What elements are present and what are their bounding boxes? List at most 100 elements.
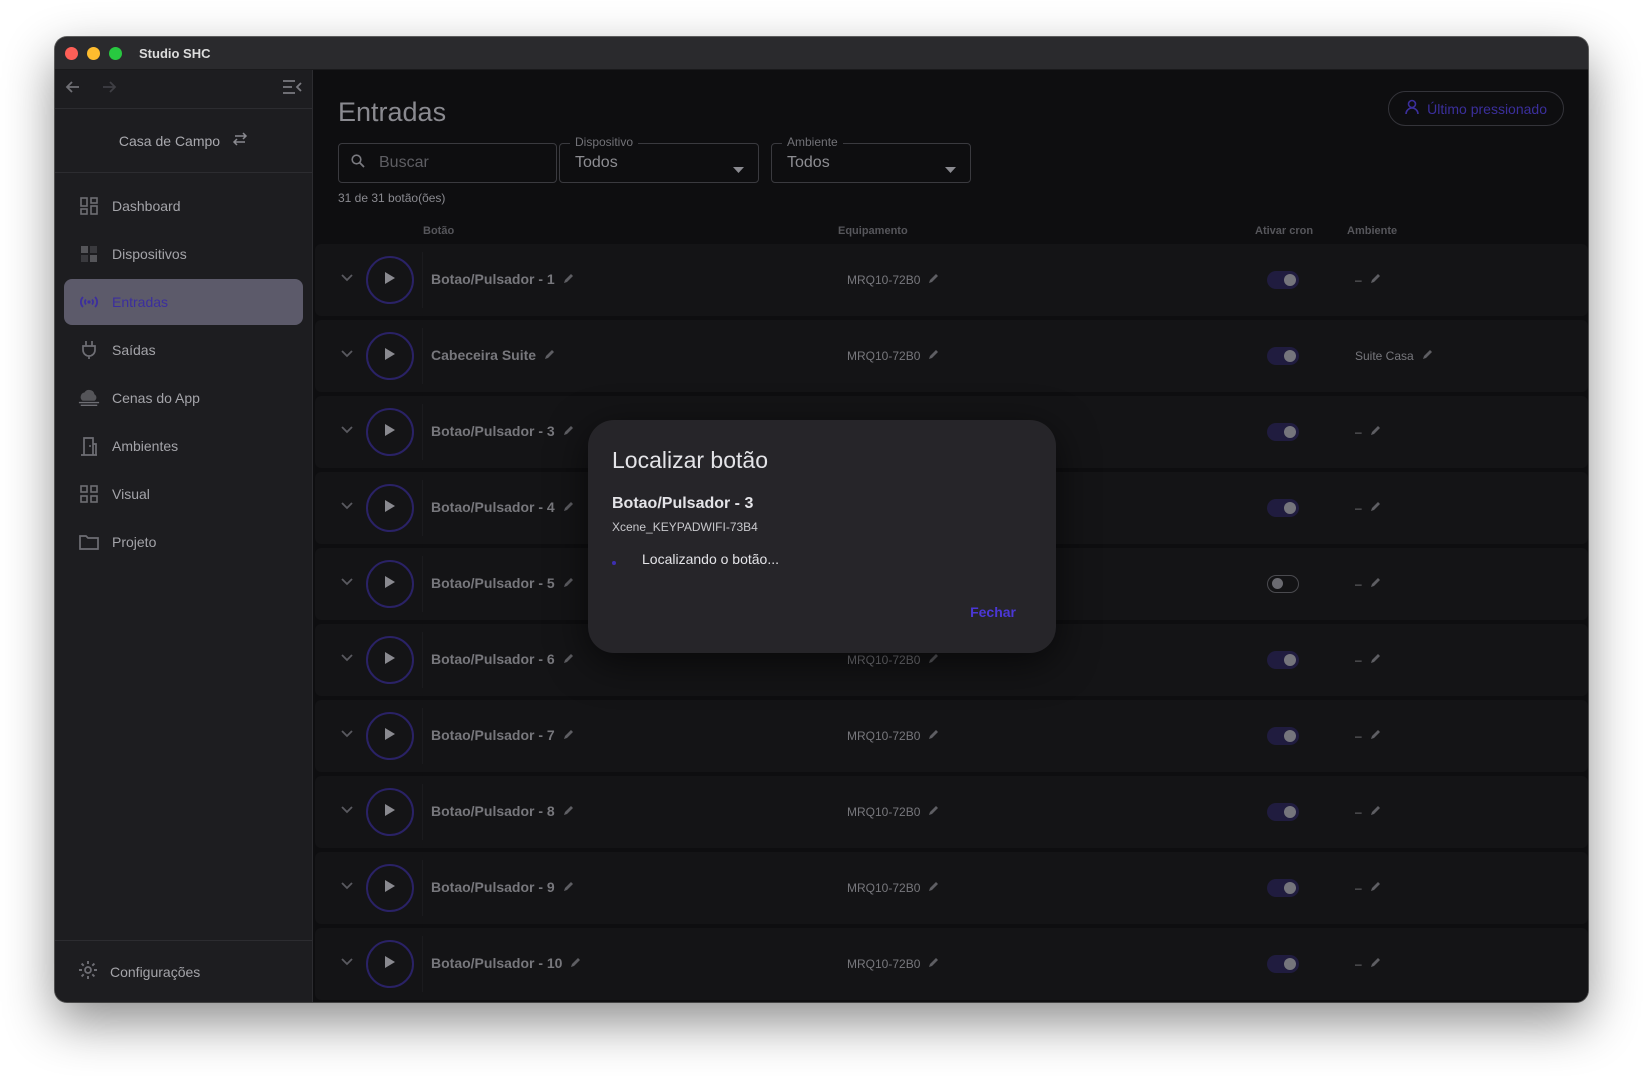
sidebar-item-saidas[interactable]: Saídas xyxy=(64,327,303,373)
table-row[interactable]: Botao/Pulsador - 8 MRQ10-72B0 – xyxy=(315,776,1588,848)
project-switcher[interactable]: Casa de Campo xyxy=(55,109,312,173)
expand-chevron-icon[interactable] xyxy=(341,877,353,895)
toggle-knob xyxy=(1284,350,1296,362)
close-dialog-button[interactable]: Fechar xyxy=(970,604,1016,620)
edit-pencil-icon[interactable] xyxy=(544,347,555,363)
play-button[interactable] xyxy=(366,484,414,532)
edit-pencil-icon[interactable] xyxy=(928,349,939,363)
expand-chevron-icon[interactable] xyxy=(341,573,353,591)
toggle-knob xyxy=(1284,426,1296,438)
cron-toggle[interactable] xyxy=(1267,803,1299,821)
edit-pencil-icon[interactable] xyxy=(563,423,574,439)
expand-chevron-icon[interactable] xyxy=(341,269,353,287)
expand-chevron-icon[interactable] xyxy=(341,345,353,363)
sidebar-item-entradas[interactable]: Entradas xyxy=(64,279,303,325)
forward-arrow-icon[interactable] xyxy=(101,79,137,100)
expand-chevron-icon[interactable] xyxy=(341,497,353,515)
close-window-button[interactable] xyxy=(65,46,78,60)
edit-pencil-icon[interactable] xyxy=(563,271,574,287)
sidebar-item-ambientes[interactable]: Ambientes xyxy=(64,423,303,469)
play-button[interactable] xyxy=(366,788,414,836)
cron-toggle[interactable] xyxy=(1267,347,1299,365)
table-row[interactable]: Cabeceira Suite MRQ10-72B0 Suite Casa xyxy=(315,320,1588,392)
edit-pencil-icon[interactable] xyxy=(928,729,939,743)
equipment-cell: MRQ10-72B0 xyxy=(847,881,939,895)
row-divider xyxy=(422,556,423,612)
table-row[interactable]: Botao/Pulsador - 10 MRQ10-72B0 – xyxy=(315,928,1588,1000)
table-row[interactable]: Botao/Pulsador - 1 MRQ10-72B0 – xyxy=(315,244,1588,316)
button-name: Botao/Pulsador - 1 xyxy=(431,271,574,287)
button-name: Botao/Pulsador - 7 xyxy=(431,727,574,743)
grid-icon xyxy=(78,483,100,505)
button-name-text: Botao/Pulsador - 7 xyxy=(431,727,555,743)
last-pressed-label: Último pressionado xyxy=(1427,100,1547,117)
sidebar-item-visual[interactable]: Visual xyxy=(64,471,303,517)
edit-pencil-icon[interactable] xyxy=(1370,577,1381,591)
minimize-window-button[interactable] xyxy=(87,46,100,60)
play-button[interactable] xyxy=(366,332,414,380)
cron-toggle[interactable] xyxy=(1267,575,1299,593)
sidebar-item-dashboard[interactable]: Dashboard xyxy=(64,183,303,229)
edit-pencil-icon[interactable] xyxy=(570,955,581,971)
edit-pencil-icon[interactable] xyxy=(928,653,939,667)
collapse-sidebar-icon[interactable] xyxy=(282,78,302,101)
edit-pencil-icon[interactable] xyxy=(563,651,574,667)
edit-pencil-icon[interactable] xyxy=(1370,805,1381,819)
edit-pencil-icon[interactable] xyxy=(1370,273,1381,287)
play-button[interactable] xyxy=(366,712,414,760)
edit-pencil-icon[interactable] xyxy=(1422,349,1433,363)
edit-pencil-icon[interactable] xyxy=(563,803,574,819)
environment-cell: – xyxy=(1355,577,1381,591)
cron-toggle[interactable] xyxy=(1267,423,1299,441)
edit-pencil-icon[interactable] xyxy=(928,805,939,819)
edit-pencil-icon[interactable] xyxy=(1370,425,1381,439)
back-arrow-icon[interactable] xyxy=(65,79,101,100)
play-button[interactable] xyxy=(366,940,414,988)
search-input[interactable]: Buscar xyxy=(338,143,557,183)
edit-pencil-icon[interactable] xyxy=(928,881,939,895)
table-row[interactable]: Botao/Pulsador - 7 MRQ10-72B0 – xyxy=(315,700,1588,772)
devices-icon xyxy=(78,243,100,265)
settings-item[interactable]: Configurações xyxy=(55,940,312,1002)
edit-pencil-icon[interactable] xyxy=(928,957,939,971)
device-select[interactable]: Dispositivo Todos xyxy=(559,135,759,183)
expand-chevron-icon[interactable] xyxy=(341,953,353,971)
dialog-button-name: Botao/Pulsador - 3 xyxy=(612,495,754,512)
play-button[interactable] xyxy=(366,560,414,608)
cron-toggle[interactable] xyxy=(1267,879,1299,897)
edit-pencil-icon[interactable] xyxy=(563,727,574,743)
maximize-window-button[interactable] xyxy=(109,46,122,60)
cron-toggle[interactable] xyxy=(1267,499,1299,517)
environment-select[interactable]: Ambiente Todos xyxy=(771,135,971,183)
expand-chevron-icon[interactable] xyxy=(341,801,353,819)
expand-chevron-icon[interactable] xyxy=(341,421,353,439)
edit-pencil-icon[interactable] xyxy=(563,879,574,895)
edit-pencil-icon[interactable] xyxy=(928,273,939,287)
expand-chevron-icon[interactable] xyxy=(341,649,353,667)
cron-toggle[interactable] xyxy=(1267,955,1299,973)
edit-pencil-icon[interactable] xyxy=(1370,729,1381,743)
edit-pencil-icon[interactable] xyxy=(1370,653,1381,667)
last-pressed-button[interactable]: Último pressionado xyxy=(1388,91,1564,126)
sidebar-item-devices[interactable]: Dispositivos xyxy=(64,231,303,277)
cron-toggle[interactable] xyxy=(1267,271,1299,289)
environment-select-value: Todos xyxy=(787,154,830,171)
play-button[interactable] xyxy=(366,864,414,912)
equipment-cell: MRQ10-72B0 xyxy=(847,653,939,667)
cron-toggle[interactable] xyxy=(1267,651,1299,669)
edit-pencil-icon[interactable] xyxy=(1370,501,1381,515)
play-button[interactable] xyxy=(366,636,414,684)
table-row[interactable]: Botao/Pulsador - 9 MRQ10-72B0 – xyxy=(315,852,1588,924)
edit-pencil-icon[interactable] xyxy=(563,575,574,591)
play-button[interactable] xyxy=(366,408,414,456)
device-select-label: Dispositivo xyxy=(570,135,639,149)
environment-cell: Suite Casa xyxy=(1355,349,1433,363)
edit-pencil-icon[interactable] xyxy=(1370,957,1381,971)
cron-toggle[interactable] xyxy=(1267,727,1299,745)
play-button[interactable] xyxy=(366,256,414,304)
sidebar-item-projeto[interactable]: Projeto xyxy=(64,519,303,565)
sidebar-item-cenas[interactable]: Cenas do App xyxy=(64,375,303,421)
edit-pencil-icon[interactable] xyxy=(563,499,574,515)
edit-pencil-icon[interactable] xyxy=(1370,881,1381,895)
expand-chevron-icon[interactable] xyxy=(341,725,353,743)
